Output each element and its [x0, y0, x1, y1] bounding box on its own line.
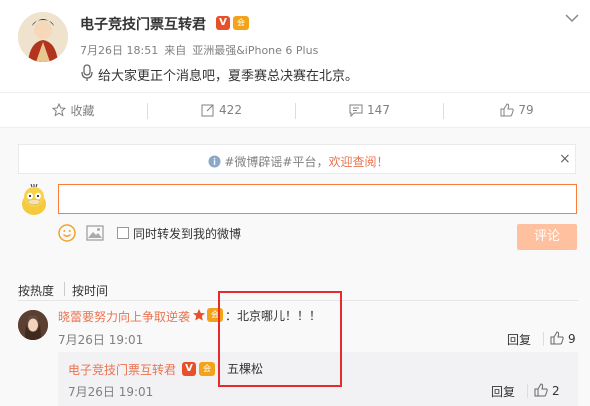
crown-icon: [192, 308, 206, 325]
repost-button[interactable]: 422: [148, 93, 295, 127]
notice-hashtag[interactable]: #微博辟谣#: [224, 155, 292, 169]
reply-author-name[interactable]: 电子竞技门票互转君: [68, 361, 176, 378]
comment-like-button[interactable]: 9: [550, 331, 576, 346]
repost-icon: [201, 104, 214, 117]
rumor-notice-bar: #微博辟谣#平台，欢迎查阅！ ×: [18, 144, 576, 174]
reply-reply-button[interactable]: 回复: [491, 383, 515, 400]
comment-time: 7月26日 19:01: [58, 333, 144, 347]
post-action-bar: 收藏 422 147 79: [0, 92, 590, 128]
chevron-down-icon[interactable]: [564, 10, 580, 26]
comment-like-count: 9: [568, 332, 576, 346]
submit-comment-button[interactable]: 评论: [517, 224, 577, 250]
comment-reply-button[interactable]: 回复: [507, 331, 531, 348]
commenter-name-text[interactable]: 晓蕾要努力向上争取逆袭: [58, 310, 190, 324]
notice-text: #微博辟谣#平台，欢迎查阅！: [19, 153, 577, 170]
post-source[interactable]: 亚洲最强&iPhone 6 Plus: [192, 44, 318, 57]
favorite-label: 收藏: [70, 103, 95, 118]
image-icon[interactable]: [86, 225, 104, 241]
thumbs-up-icon: [534, 383, 548, 397]
reply-verified-badge-icon: V: [182, 362, 196, 376]
info-icon: [208, 155, 220, 168]
thumbs-up-icon: [500, 103, 515, 117]
repost-checkbox[interactable]: [117, 227, 129, 239]
notice-platform: 平台，: [292, 155, 329, 169]
comment-action-divider: [543, 332, 544, 346]
reply-action-divider: [527, 384, 528, 398]
microphone-icon: [80, 64, 94, 82]
verified-badge-icon: V: [216, 16, 230, 30]
comment-count: 147: [367, 103, 390, 117]
comment-button[interactable]: 147: [296, 93, 443, 127]
author-avatar[interactable]: [18, 12, 68, 62]
reply-like-button[interactable]: 2: [534, 383, 560, 398]
sort-divider: [64, 282, 65, 296]
like-button[interactable]: 79: [444, 93, 590, 127]
favorite-button[interactable]: 收藏: [0, 93, 147, 127]
like-count: 79: [518, 103, 534, 117]
notice-welcome-link[interactable]: 欢迎查阅！: [328, 155, 388, 169]
post-time[interactable]: 7月26日 18:51: [80, 44, 158, 57]
commenter-avatar-image: [18, 310, 48, 340]
reply-time: 7月26日 19:01: [68, 385, 154, 399]
emoji-icon[interactable]: [58, 224, 76, 242]
post-author-name-text[interactable]: 电子竞技门票互转君: [80, 17, 206, 33]
author-avatar-image: [18, 12, 68, 62]
comment-input[interactable]: [58, 184, 577, 214]
commenter-avatar[interactable]: [18, 310, 48, 340]
highlight-annotation-box: [218, 291, 342, 387]
repost-checkbox-label[interactable]: 同时转发到我的微博: [133, 225, 241, 242]
sort-by-hot-tab[interactable]: 按热度: [18, 282, 54, 299]
post-meta: 7月26日 18:51 来自 亚洲最强&iPhone 6 Plus: [80, 42, 318, 58]
star-icon: [52, 103, 67, 117]
user-avatar: [18, 183, 50, 216]
comment-icon: [349, 104, 363, 117]
sort-by-time-tab[interactable]: 按时间: [72, 282, 108, 299]
psyduck-avatar-image: [22, 183, 46, 215]
thumbs-up-icon: [550, 331, 564, 345]
post-source-prefix: 来自: [164, 44, 187, 57]
post-text: 给大家更正个消息吧，夏季赛总决赛在北京。: [98, 69, 359, 84]
commenter-name[interactable]: 晓蕾要努力向上争取逆袭: [58, 308, 190, 325]
member-badge-icon: 会: [233, 16, 249, 30]
reply-like-count: 2: [552, 384, 560, 398]
close-icon[interactable]: ×: [559, 151, 571, 167]
repost-count: 422: [219, 103, 242, 117]
reply-member-badge-icon: 会: [199, 362, 215, 376]
post-author-name[interactable]: 电子竞技门票互转君: [80, 14, 206, 34]
